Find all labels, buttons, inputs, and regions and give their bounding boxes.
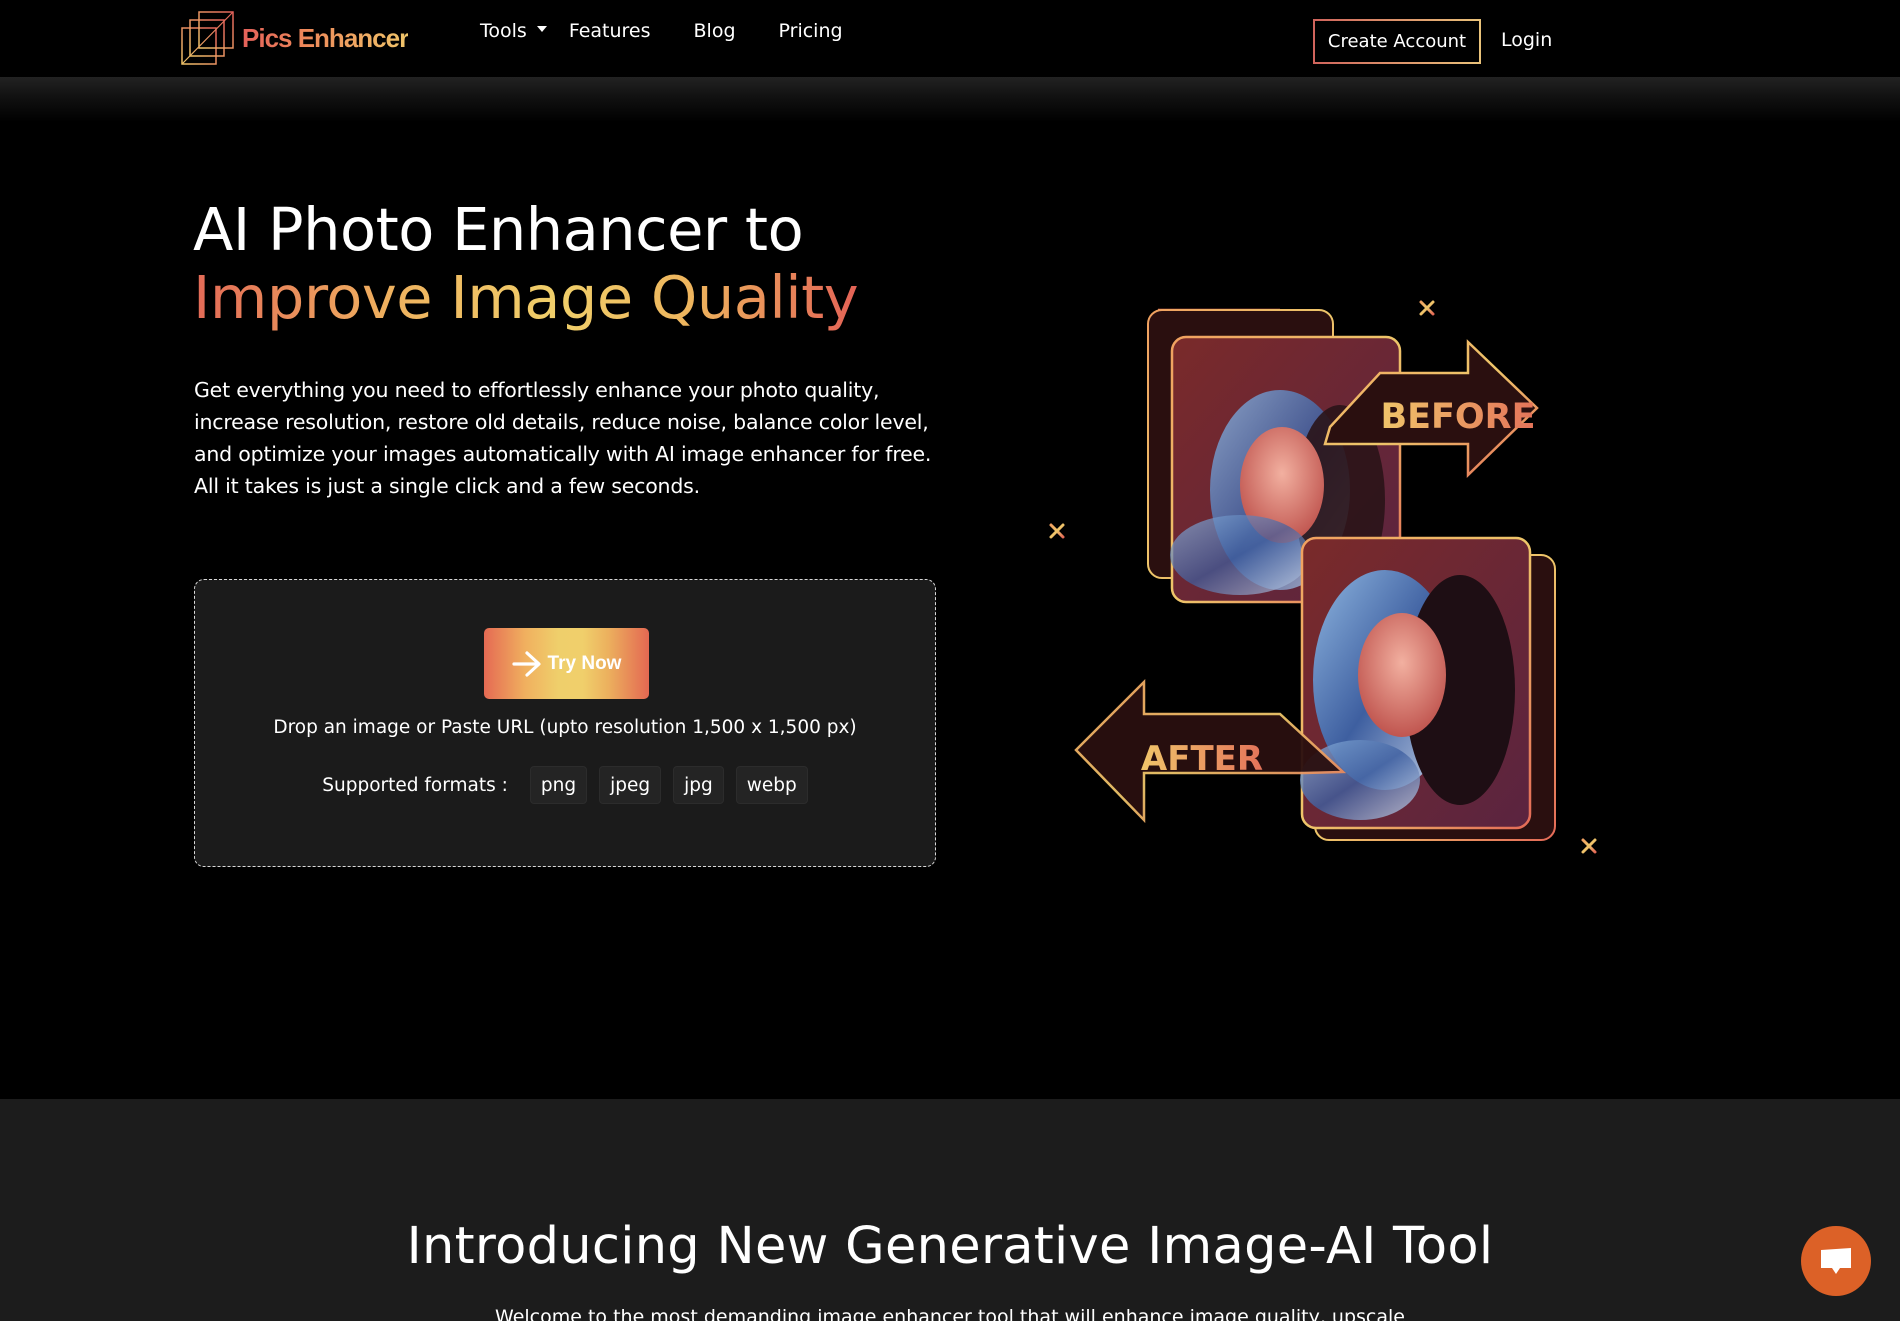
hero-title-line1: AI Photo Enhancer to: [193, 195, 804, 264]
formats-label: Supported formats :: [322, 774, 508, 796]
try-now-label: Try Now: [547, 652, 622, 674]
nav-item-features[interactable]: Features: [569, 20, 651, 42]
arrow-right-icon: [511, 650, 541, 677]
header-shadow: [0, 77, 1900, 122]
chat-bubble-icon: [1821, 1248, 1851, 1274]
nav-item-tools[interactable]: Tools: [480, 20, 547, 42]
intro-section: Introducing New Generative Image-AI Tool…: [0, 1099, 1900, 1321]
before-after-illustration: BEFORE AFTER: [1040, 280, 1640, 880]
upload-dropzone[interactable]: Try Now Drop an image or Paste URL (upto…: [194, 579, 936, 867]
drop-instructions: Drop an image or Paste URL (upto resolut…: [273, 717, 857, 738]
format-chip-png: png: [529, 766, 588, 804]
before-label: BEFORE: [1380, 397, 1535, 437]
hero-description: Get everything you need to effortlessly …: [194, 378, 932, 498]
section-subtitle: Welcome to the most demanding image enha…: [495, 1306, 1405, 1321]
supported-formats: Supported formats : png jpeg jpg webp: [195, 766, 935, 804]
try-now-button[interactable]: Try Now: [484, 628, 649, 699]
chat-widget-button[interactable]: [1801, 1226, 1871, 1296]
create-account-button[interactable]: Create Account: [1313, 19, 1481, 64]
login-link[interactable]: Login: [1501, 29, 1552, 51]
main-nav: Tools Features Blog Pricing: [480, 20, 843, 42]
logo[interactable]: Pics Enhancer: [180, 10, 409, 66]
nav-item-label: Tools: [480, 20, 527, 42]
section-title: Introducing New Generative Image-AI Tool: [406, 1217, 1494, 1276]
illustration-graphic: BEFORE AFTER: [1049, 300, 1597, 854]
nav-item-blog[interactable]: Blog: [694, 20, 736, 42]
logo-text: Pics Enhancer: [242, 22, 409, 53]
hero-title: AI Photo Enhancer to Improve Image Quali…: [193, 195, 859, 332]
caret-down-icon: [536, 26, 547, 32]
format-chip-jpg: jpg: [673, 766, 724, 804]
site-header: Pics Enhancer Tools Features Blog Pricin…: [0, 0, 1900, 77]
after-label: AFTER: [1141, 739, 1263, 779]
nav-item-pricing[interactable]: Pricing: [779, 20, 843, 42]
format-chip-jpeg: jpeg: [599, 766, 662, 804]
after-photo: [1300, 536, 1532, 830]
hero-title-highlight: Improve Image Quality: [193, 263, 859, 332]
logo-icon: [181, 11, 234, 65]
format-chip-webp: webp: [735, 766, 808, 804]
